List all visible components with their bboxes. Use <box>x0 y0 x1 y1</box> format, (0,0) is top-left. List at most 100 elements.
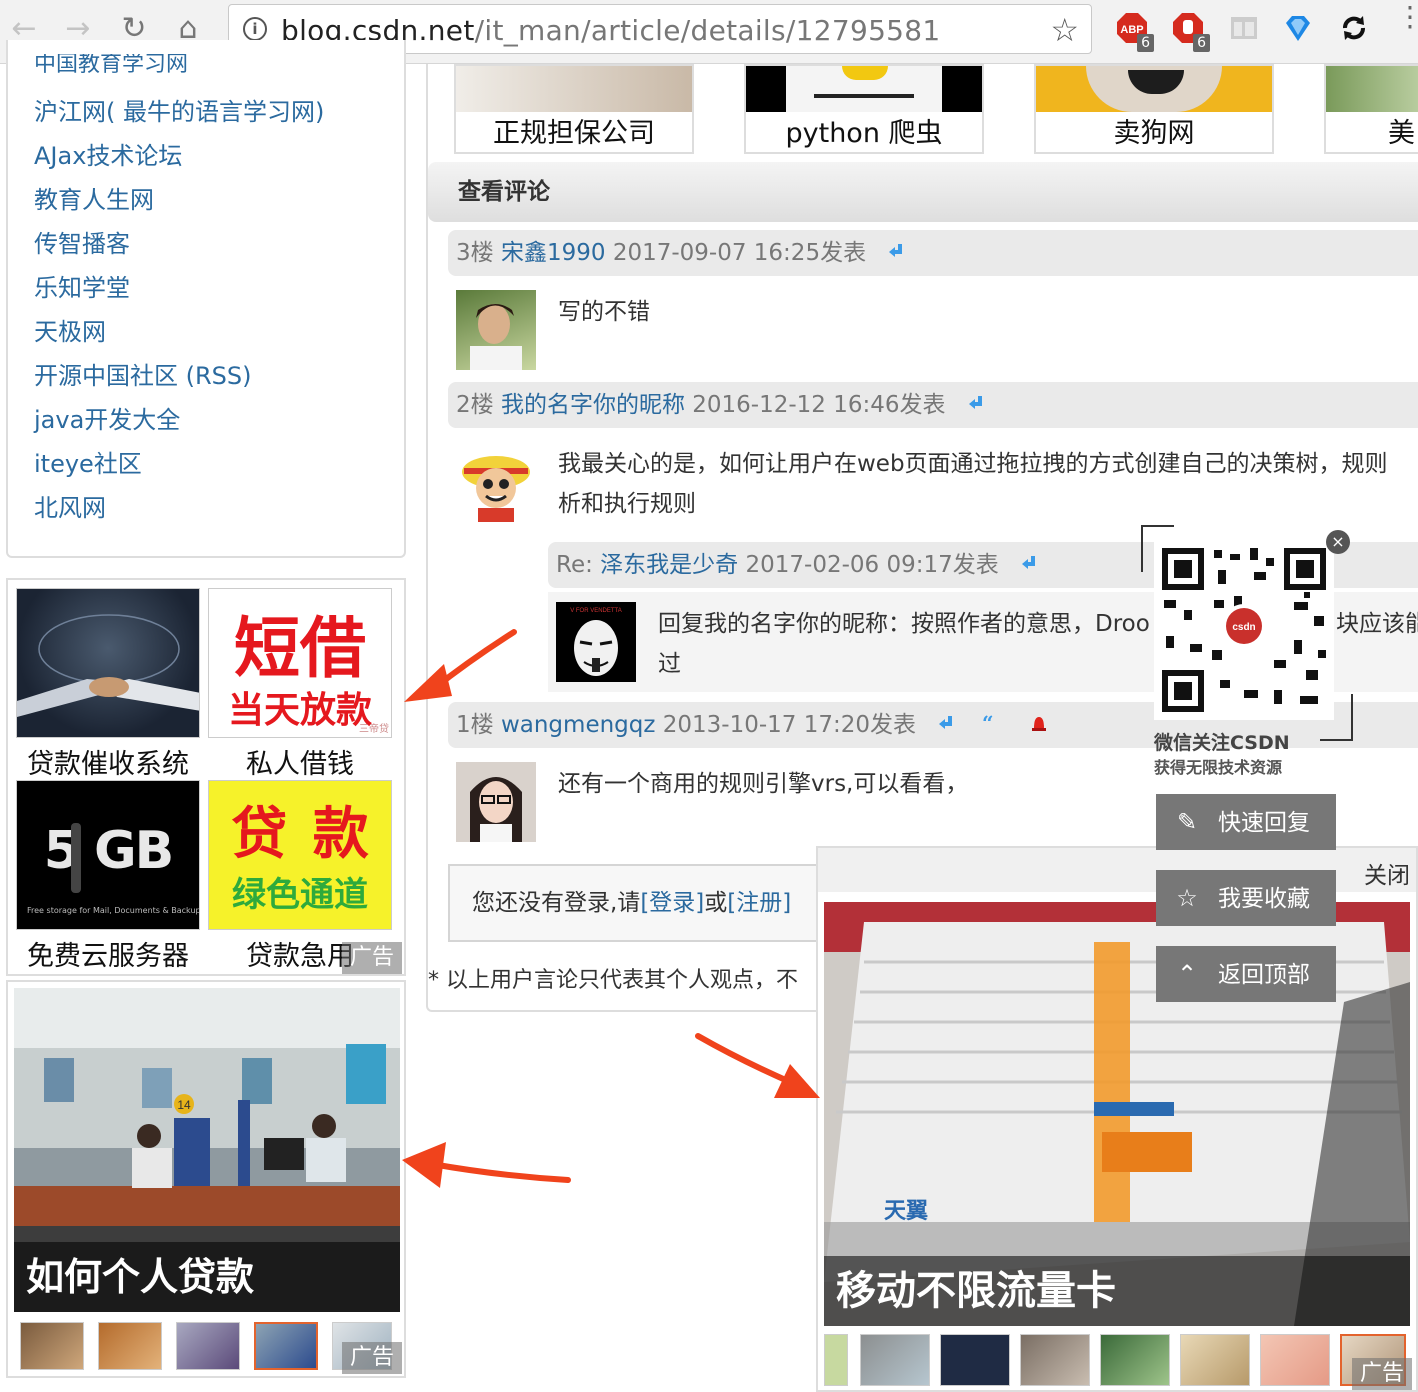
qr-code-image: csdn <box>1154 540 1334 720</box>
user-avatar[interactable] <box>456 290 536 370</box>
comment-floor: 1楼 <box>456 712 494 738</box>
favorite-button[interactable]: ☆ 我要收藏 <box>1156 870 1336 926</box>
disclaimer-text: * 以上用户言论只代表其个人观点，不 <box>428 968 798 993</box>
ad-tile[interactable]: 短借 当天放款 三帝贷 私人借钱 <box>208 588 392 781</box>
reply-icon[interactable] <box>937 714 955 732</box>
comment-text: 过 <box>658 651 681 677</box>
loan-channel-image: 贷 款 绿色通道 <box>208 780 392 930</box>
reader-icon[interactable] <box>1226 10 1262 46</box>
menu-icon[interactable]: ⋮ <box>1396 3 1418 31</box>
comment-floor: Re: <box>556 552 593 578</box>
slide-thumb[interactable] <box>254 1322 318 1370</box>
login-or-text: 或 <box>704 890 728 916</box>
ad-label[interactable]: 私人借钱 <box>208 742 392 781</box>
comment-user-link[interactable]: 我的名字你的昵称 <box>501 392 685 418</box>
shield-icon[interactable] <box>1280 10 1316 46</box>
slide-thumb[interactable] <box>1260 1334 1330 1386</box>
ad-tag: 广告 <box>342 1342 403 1374</box>
bookmark-star-icon[interactable]: ☆ <box>1050 11 1079 49</box>
info-icon[interactable]: i <box>243 17 267 41</box>
sidebar-link[interactable]: java开发大全 <box>34 400 180 435</box>
ad-grid: 贷款催收系统 短借 当天放款 三帝贷 私人借钱 5 GB Free storag… <box>6 578 406 976</box>
slide-thumb[interactable] <box>98 1322 162 1370</box>
up-arrow-icon: ⌃ <box>1176 960 1198 988</box>
top-ad-image <box>1326 66 1418 112</box>
user-avatar[interactable]: V FOR VENDETTA <box>556 602 636 682</box>
top-ad-label[interactable]: 美 <box>1326 111 1418 150</box>
comment-text: 析和执行规则 <box>558 491 696 517</box>
sidebar-link[interactable]: 中国教育学习网 <box>34 54 188 76</box>
user-avatar[interactable] <box>456 762 536 842</box>
popup-caption[interactable]: 移动不限流量卡 <box>824 1256 1410 1326</box>
sidebar-link[interactable]: 乐知学堂 <box>34 268 130 303</box>
top-ad-label[interactable]: 卖狗网 <box>1036 111 1272 150</box>
cloud-storage-image: 5 GB Free storage for Mail, Documents & … <box>16 780 200 930</box>
red-arrow-icon <box>402 1142 571 1188</box>
sidebar-link[interactable]: 开源中国社区 (RSS) <box>34 356 252 391</box>
ad-label[interactable]: 免费云服务器 <box>16 934 200 973</box>
sidebar-link[interactable]: 北风网 <box>34 488 106 523</box>
short-loan-image: 短借 当天放款 三帝贷 <box>208 588 392 738</box>
comment-text: 回复我的名字你的昵称：按照作者的意思，Droo <box>658 611 1150 637</box>
report-icon[interactable] <box>1030 714 1048 732</box>
top-ad[interactable]: 美 <box>1324 64 1418 154</box>
ad-label[interactable]: 贷款催收系统 <box>16 742 200 781</box>
comment-time: 2013-10-17 17:20发表 <box>662 712 917 738</box>
comment-time: 2016-12-12 16:46发表 <box>692 392 946 418</box>
svg-text:“: “ <box>982 714 994 732</box>
popup-close-button[interactable]: 关闭 <box>1364 856 1410 890</box>
slide-thumb[interactable] <box>940 1334 1010 1386</box>
slide-thumb[interactable] <box>1180 1334 1250 1386</box>
popup-ad[interactable]: 关闭 天翼 移动不限流量卡 广告 <box>816 846 1418 1392</box>
top-ad[interactable]: 正规担保公司 <box>454 64 694 154</box>
quick-reply-button[interactable]: ✎ 快速回复 <box>1156 794 1336 850</box>
ad-tile[interactable]: 5 GB Free storage for Mail, Documents & … <box>16 780 200 973</box>
user-avatar[interactable] <box>456 442 536 522</box>
top-ad-label[interactable]: 正规担保公司 <box>456 111 692 150</box>
qr-title: 微信关注CSDN <box>1154 732 1290 754</box>
quote-icon[interactable]: “ <box>981 714 999 732</box>
login-link[interactable]: [登录] <box>640 890 704 916</box>
top-ad-image <box>1036 66 1272 112</box>
stop-icon[interactable]: 6 <box>1170 10 1210 52</box>
comment-text: 写的不错 <box>558 299 650 325</box>
sidebar-link[interactable]: AJax技术论坛 <box>34 136 182 171</box>
ad-tile[interactable]: 贷款催收系统 <box>16 588 200 781</box>
slide-thumb[interactable] <box>176 1322 240 1370</box>
comment-user-link[interactable]: 泽东我是少奇 <box>600 552 738 578</box>
slide-thumb[interactable] <box>20 1322 84 1370</box>
login-prompt: 您还没有登录,请[登录]或[注册] <box>448 864 848 942</box>
slide-thumb[interactable] <box>824 1334 848 1386</box>
sidebar-link[interactable]: 沪江网( 最牛的语言学习网) <box>34 92 324 127</box>
adblock-icon[interactable]: ABP 6 <box>1114 10 1154 52</box>
slide-thumb[interactable] <box>1020 1334 1090 1386</box>
comment-time: 2017-09-07 16:25发表 <box>612 240 867 266</box>
comment-user-link[interactable]: wangmengqz <box>501 712 656 738</box>
slide-caption[interactable]: 如何个人贷款 <box>14 1242 400 1312</box>
qr-close-button[interactable]: × <box>1326 530 1350 554</box>
red-arrow-icon <box>695 1033 820 1098</box>
slide-thumb[interactable] <box>1100 1334 1170 1386</box>
handshake-image <box>16 588 200 738</box>
bank-office-photo: 14 如何个人贷款 <box>14 988 400 1312</box>
slide-thumb[interactable] <box>860 1334 930 1386</box>
top-ad[interactable]: 卖狗网 <box>1034 64 1274 154</box>
quick-reply-label: 快速回复 <box>1218 810 1310 836</box>
reply-icon[interactable] <box>887 242 905 260</box>
sync-icon[interactable] <box>1336 10 1372 46</box>
ad-slideshow[interactable]: 14 如何个人贷款 广告 <box>6 980 406 1378</box>
comment-user-link[interactable]: 宋鑫1990 <box>501 240 606 266</box>
register-link[interactable]: [注册] <box>727 890 791 916</box>
top-ad-label[interactable]: python 爬虫 <box>746 111 982 150</box>
sidebar-link[interactable]: iteye社区 <box>34 444 142 479</box>
sidebar-link[interactable]: 教育人生网 <box>34 180 154 215</box>
counter-number: 14 <box>177 1098 191 1112</box>
reply-icon[interactable] <box>967 394 985 412</box>
sidebar-link[interactable]: 天极网 <box>34 312 106 347</box>
reply-icon[interactable] <box>1020 554 1038 572</box>
sidebar-link[interactable]: 传智播客 <box>34 224 130 259</box>
top-ad[interactable]: python 爬虫 <box>744 64 984 154</box>
favorite-label: 我要收藏 <box>1218 886 1310 912</box>
back-to-top-button[interactable]: ⌃ 返回顶部 <box>1156 946 1336 1002</box>
qr-subtitle: 获得无限技术资源 <box>1154 758 1283 777</box>
